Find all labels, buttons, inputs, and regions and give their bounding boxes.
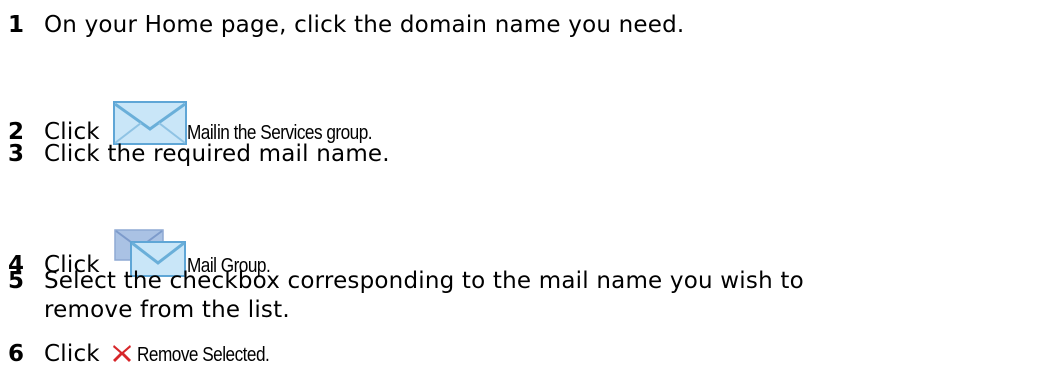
red-x-icon	[111, 343, 133, 363]
step-text: Click	[44, 341, 100, 367]
step-number: 1	[8, 12, 25, 38]
mail-envelope-icon	[113, 101, 188, 145]
step-3: 3 Click the required mail name.	[8, 140, 390, 169]
step-5-continued: remove from the list.	[44, 296, 290, 325]
step-text: Select the checkbox corresponding to the…	[44, 268, 804, 294]
step-6: 6 Click Remove Selected.	[8, 340, 291, 370]
remove-selected-label: Remove Selected.	[137, 344, 270, 366]
step-1: 1 On your Home page, click the domain nam…	[8, 11, 684, 40]
step-text: On your Home page, click the domain name…	[44, 12, 685, 38]
step-text: Click the required mail name.	[44, 141, 390, 167]
step-number: 6	[8, 341, 25, 367]
step-text-continued: remove from the list.	[44, 297, 290, 323]
step-5: 5 Select the checkbox corresponding to th…	[8, 267, 804, 296]
step-number: 3	[8, 141, 25, 167]
step-number: 5	[8, 268, 25, 294]
